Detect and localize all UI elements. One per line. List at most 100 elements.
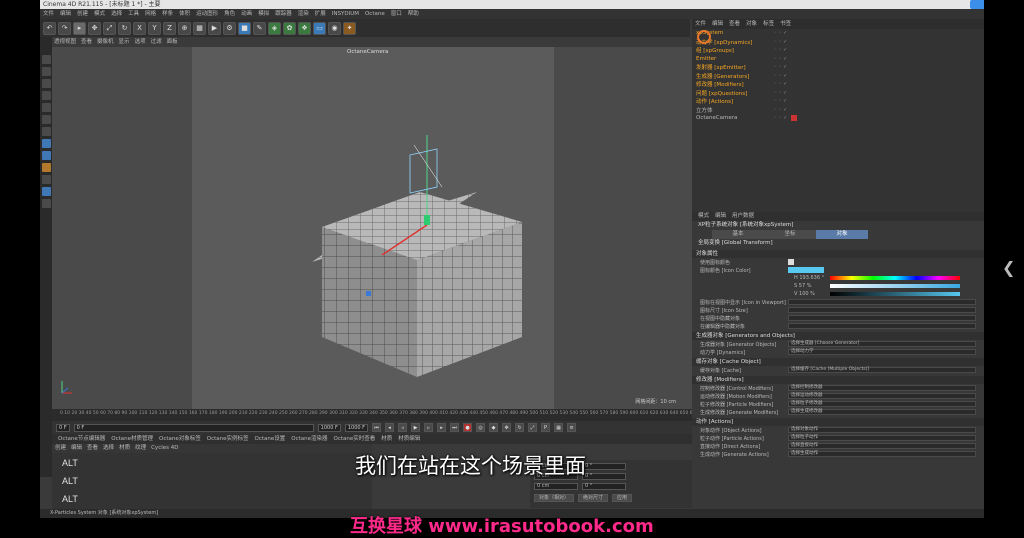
attribute-subtab[interactable]: 基本 (712, 230, 764, 239)
object-row[interactable]: 问题 [xpQuestions] ◦ ◦ ✓ (692, 89, 984, 98)
viewport-menu-item[interactable]: 选项 (135, 37, 146, 47)
attribute-tab[interactable]: 用户数据 (732, 212, 754, 221)
material-menu-item[interactable]: 材质 (119, 444, 130, 453)
material-menu-item[interactable]: 纹理 (135, 444, 146, 453)
material-list[interactable]: ALT ALT ALT (52, 453, 372, 509)
snap-icon[interactable] (41, 139, 51, 148)
object-row[interactable]: Emitter ◦ ◦ ✓ (692, 55, 984, 64)
sculpt-icon[interactable] (41, 163, 51, 172)
menu-item[interactable]: 扩展 (315, 9, 326, 19)
material-menu-item[interactable]: 编辑 (71, 444, 82, 453)
end-frame-field[interactable]: 1000 F (317, 423, 341, 432)
visibility-toggle-icon[interactable]: ◦ ◦ ✓ (774, 47, 787, 53)
render-region-icon[interactable]: ▦ (193, 21, 206, 35)
material-tab[interactable]: 材质 (381, 434, 392, 444)
viewport-menu-item[interactable]: 摄像机 (97, 37, 114, 47)
menu-item[interactable]: 网格 (145, 9, 156, 19)
keyframe-icon[interactable]: ◆ (489, 423, 499, 432)
visibility-toggle-icon[interactable]: ◦ ◦ ✓ (774, 90, 787, 96)
property-value[interactable]: 选择直接动作 (788, 443, 976, 449)
current-frame-field[interactable]: 0 F (73, 423, 314, 432)
attribute-tab[interactable]: 模式 (698, 212, 709, 221)
visibility-toggle-icon[interactable]: ◦ ◦ ✓ (774, 56, 787, 62)
camera-icon[interactable]: ◉ (328, 21, 341, 35)
scale-icon[interactable]: ⤢ (103, 21, 116, 35)
material-tab[interactable]: Octane对象标签 (159, 434, 201, 444)
timeline[interactable]: 0 10 20 30 40 50 60 70 80 90 100 110 120… (52, 409, 839, 421)
attribute-subtab[interactable]: 坐标 (764, 230, 816, 239)
menu-item[interactable]: 模式 (94, 9, 105, 19)
workplane-icon[interactable] (41, 151, 51, 160)
object-manager-tab[interactable]: 标签 (763, 19, 774, 29)
polygons-mode-icon[interactable] (41, 115, 51, 124)
prev-key-icon[interactable]: ◂ (385, 423, 395, 432)
object-row[interactable]: 生成器 [Generators] ◦ ◦ ✓ (692, 72, 984, 81)
viewport[interactable]: OctaneCamera 网格间距：10 cm (52, 47, 692, 409)
apply-button[interactable]: 应用 (612, 494, 633, 502)
floor-icon[interactable]: ▭ (313, 21, 326, 35)
visibility-toggle-icon[interactable]: ◦ ◦ ✓ (774, 98, 787, 104)
menu-item[interactable]: 创建 (77, 9, 88, 19)
object-manager-tab[interactable]: 对象 (746, 19, 757, 29)
object-row[interactable]: 立方体 ◦ ◦ ✓ (692, 106, 984, 115)
render-view-icon[interactable]: ▶ (208, 21, 221, 35)
p-rotation-field[interactable]: 0 ° (582, 473, 626, 480)
deformer-icon[interactable]: ❖ (298, 21, 311, 35)
visibility-toggle-icon[interactable]: ◦ ◦ ✓ (774, 64, 787, 70)
cloner-icon[interactable]: ✿ (283, 21, 296, 35)
go-start-icon[interactable]: ⏮ (372, 423, 382, 432)
object-row[interactable]: 组 [xpGroups] ◦ ◦ ✓ (692, 46, 984, 55)
visibility-toggle-icon[interactable]: ◦ ◦ ✓ (774, 115, 787, 121)
object-row[interactable]: OctaneCamera ◦ ◦ ✓ (692, 114, 984, 123)
end-frame-field-2[interactable]: 1000 F (344, 423, 369, 432)
saturation-slider[interactable] (830, 284, 960, 288)
viewport-menu-item[interactable]: 面板 (167, 37, 178, 47)
visibility-toggle-icon[interactable]: ◦ ◦ ✓ (774, 39, 787, 45)
z-position-field[interactable]: 0 cm (534, 483, 578, 490)
z-axis-icon[interactable]: Z (163, 21, 176, 35)
size-mode-select[interactable]: 绝对尺寸 (578, 494, 609, 502)
menu-item[interactable]: 编辑 (60, 9, 71, 19)
subdivide-icon[interactable]: ◈ (268, 21, 281, 35)
cube-icon[interactable]: ■ (238, 21, 251, 35)
menu-item[interactable]: 跟踪器 (275, 9, 292, 19)
menu-item[interactable]: 体积 (179, 9, 190, 19)
menu-item[interactable]: 角色 (224, 9, 235, 19)
object-manager-tab[interactable]: 查看 (729, 19, 740, 29)
object-manager-tab[interactable]: 编辑 (712, 19, 723, 29)
menu-item[interactable]: 样条 (162, 9, 173, 19)
property-value[interactable] (788, 307, 976, 313)
menu-item[interactable]: 模拟 (258, 9, 269, 19)
material-tab[interactable]: Octane设置 (255, 434, 286, 444)
material-menu-item[interactable]: 查看 (87, 444, 98, 453)
key-pla-icon[interactable]: ▦ (554, 423, 564, 432)
points-mode-icon[interactable] (41, 91, 51, 100)
select-icon[interactable]: ▸ (73, 21, 86, 35)
key-param-icon[interactable]: P (541, 423, 551, 432)
menu-item[interactable]: 动画 (241, 9, 252, 19)
record-icon[interactable]: ● (463, 423, 473, 432)
y-axis-icon[interactable]: Y (148, 21, 161, 35)
timeline-menu-icon[interactable]: ≡ (567, 423, 577, 432)
coord-mode-select[interactable]: 对象（相对） (534, 494, 575, 502)
lock-icon[interactable] (41, 187, 51, 196)
menu-item[interactable]: 运动图形 (196, 9, 218, 19)
menu-item[interactable]: 工具 (128, 9, 139, 19)
material-tab[interactable]: Octane渲染器 (291, 434, 327, 444)
next-frame-icon[interactable]: ▹ (424, 423, 434, 432)
icon-color-swatch[interactable] (788, 267, 824, 273)
rotate-icon[interactable]: ↻ (118, 21, 131, 35)
x-axis-icon[interactable]: X (133, 21, 146, 35)
object-row[interactable]: 动力学 [xpDynamics] ◦ ◦ ✓ (692, 38, 984, 47)
property-value[interactable]: 选择动力学 (788, 349, 976, 355)
autokey-icon[interactable]: ◎ (476, 423, 486, 432)
prev-frame-icon[interactable]: ◃ (398, 423, 408, 432)
property-value[interactable]: 选择生成修改器 (788, 409, 976, 415)
edges-mode-icon[interactable] (41, 103, 51, 112)
chevron-left-icon[interactable]: ❮ (1002, 258, 1015, 277)
material-tab[interactable]: Octane实例标签 (207, 434, 249, 444)
property-value[interactable]: 选择生成器 [Choose Generator] (788, 341, 976, 347)
texture-mode-icon[interactable] (41, 79, 51, 88)
visibility-toggle-icon[interactable]: ◦ ◦ ✓ (774, 73, 787, 79)
object-row[interactable]: xpSystem ◦ ◦ ✓ (692, 29, 984, 38)
